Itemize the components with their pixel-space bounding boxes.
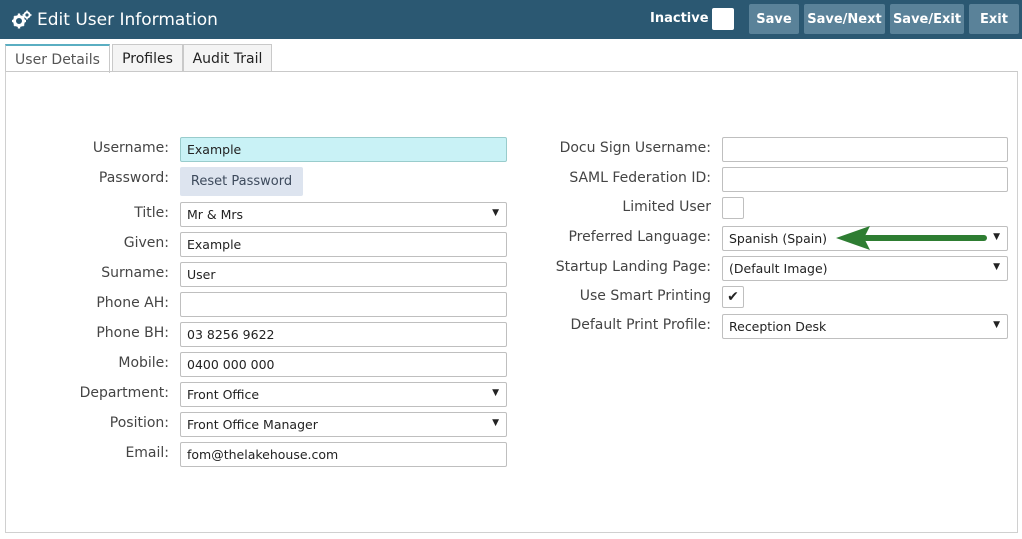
position-label: Position: [109,415,169,431]
saml-label: SAML Federation ID: [569,170,711,186]
email-input[interactable]: fom@thelakehouse.com [180,442,507,467]
username-label: Username: [92,140,169,156]
surname-label: Surname: [101,265,169,281]
print-profile-label: Default Print Profile: [570,317,711,333]
department-label: Department: [79,385,169,401]
tab-profiles[interactable]: Profiles [112,44,183,72]
landing-page-select[interactable]: (Default Image) [722,256,1008,281]
email-label: Email: [125,445,169,461]
reset-password-button[interactable]: Reset Password [180,167,303,196]
title-label: Title: [134,205,169,221]
print-profile-select[interactable]: Reception Desk [722,314,1008,339]
header-bar: Edit User Information Inactive Save Save… [0,0,1022,39]
gears-icon [12,10,32,28]
department-select[interactable]: Front Office [180,382,507,407]
docusign-input[interactable] [722,137,1008,162]
landing-page-label: Startup Landing Page: [555,259,711,275]
docusign-label: Docu Sign Username: [559,140,711,156]
limited-user-label: Limited User [622,199,711,215]
phone-ah-input[interactable] [180,292,507,317]
given-input[interactable]: Example [180,232,507,257]
checkmark-icon: ✔ [727,289,739,305]
smart-printing-label: Use Smart Printing [579,288,711,304]
given-label: Given: [123,235,169,251]
tab-audit-trail[interactable]: Audit Trail [183,44,272,72]
tab-user-details[interactable]: User Details [5,44,110,73]
inactive-label: Inactive [650,11,709,26]
phone-ah-label: Phone AH: [96,295,169,311]
password-label: Password: [98,170,169,186]
title-select[interactable]: Mr & Mrs [180,202,507,227]
mobile-label: Mobile: [118,355,169,371]
header-title-group: Edit User Information [12,0,218,39]
inactive-checkbox[interactable] [712,8,734,30]
surname-input[interactable]: User [180,262,507,287]
page-title: Edit User Information [37,9,218,30]
annotation-arrow-icon [836,226,987,250]
username-input[interactable]: Example [180,137,507,162]
exit-button[interactable]: Exit [969,4,1019,34]
smart-printing-checkbox[interactable]: ✔ [722,286,744,308]
save-next-button[interactable]: Save/Next [804,4,885,34]
phone-bh-label: Phone BH: [96,325,169,341]
language-label: Preferred Language: [568,229,711,245]
limited-user-checkbox[interactable] [722,197,744,219]
saml-input[interactable] [722,167,1008,192]
phone-bh-input[interactable]: 03 8256 9622 [180,322,507,347]
save-exit-button[interactable]: Save/Exit [890,4,964,34]
position-select[interactable]: Front Office Manager [180,412,507,437]
save-button[interactable]: Save [749,4,799,34]
mobile-input[interactable]: 0400 000 000 [180,352,507,377]
